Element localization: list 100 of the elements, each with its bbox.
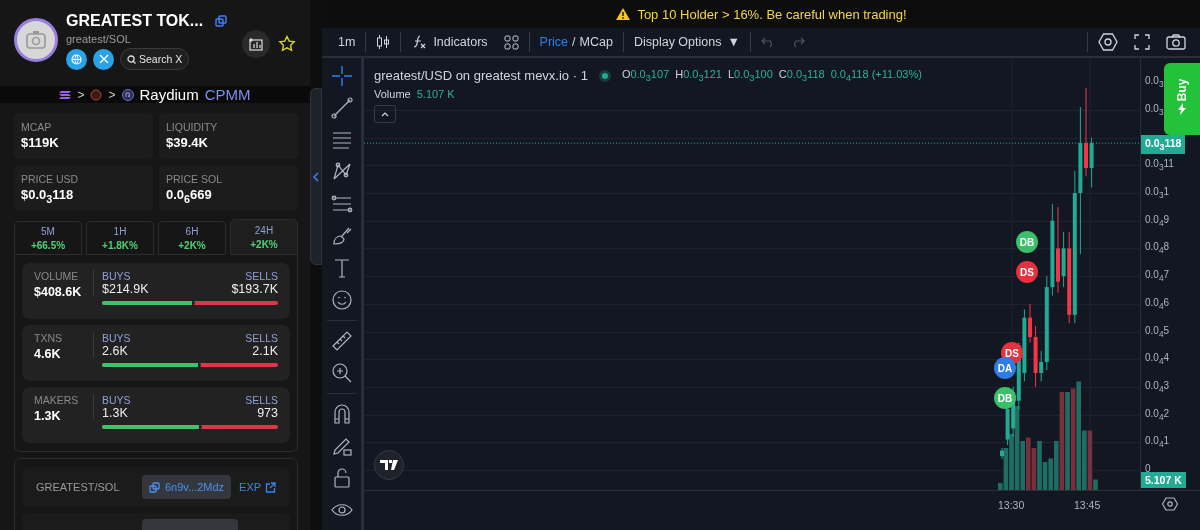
ohlc-value: L0.0$_{3}$100 [727, 68, 773, 84]
ohlc-value: O0.0$_{3}$107 [621, 68, 670, 84]
smiley-icon [330, 289, 353, 311]
trade-marker: DA [994, 357, 1016, 379]
volume-label: Volume [374, 88, 411, 101]
metric-label: VOLUME [34, 270, 80, 282]
fib-levels-icon [330, 193, 353, 215]
x-logo-icon [98, 54, 109, 64]
timeframe-tab[interactable]: 1H +1.8K% [86, 221, 154, 255]
display-options-button[interactable]: Display Options ▼ [625, 29, 748, 55]
ohlc-value: H0.0$_{3}$121 [675, 68, 722, 84]
search-icon [127, 54, 136, 64]
last-price-tag: 0.0$_{3}$118 [1141, 135, 1186, 155]
metric-total: $408.6K [34, 285, 83, 299]
sells-value: 973 [257, 406, 278, 420]
stat-label: PRICE USD [21, 173, 80, 185]
breadcrumb-separator: > [108, 87, 116, 102]
trade-marker: DS [1016, 261, 1038, 283]
timeframe-tab[interactable]: 6H +2K% [158, 221, 226, 255]
sells-value: $193.7K [231, 282, 278, 296]
breadcrumb-separator: > [77, 87, 85, 102]
price-tick: 0 [1145, 463, 1151, 474]
settings-icon [1098, 33, 1118, 51]
settings-icon [1162, 497, 1178, 511]
token-pair: greatest/SOL [66, 33, 132, 45]
trend-line-icon [330, 97, 353, 119]
stat-label: PRICE SOL [166, 173, 224, 185]
camera-icon [1166, 34, 1186, 50]
copy-address-button[interactable]: 6n9v...2Mdz [142, 475, 232, 499]
volume-value: 5.107 K [416, 88, 455, 101]
ruler-icon [330, 330, 353, 352]
timeframe-tab[interactable]: 24H +2K% [230, 219, 298, 255]
trend-line-tool[interactable] [328, 96, 355, 120]
price-tick: 0.0$_{4}$3 [1145, 379, 1170, 394]
sells-value: 2.1K [252, 344, 278, 358]
website-button[interactable] [66, 48, 87, 70]
live-status-icon [597, 68, 612, 83]
chevron-up-icon [381, 111, 389, 117]
explorer-link[interactable]: EXP [239, 481, 277, 493]
metric-total: 1.3K [34, 409, 62, 423]
price-tick: 0.0$_{4}$4 [1145, 352, 1170, 367]
price-tick: 0.0$_{3}$ [1145, 75, 1164, 90]
mcap-toggle[interactable]: MCap [579, 35, 613, 49]
camera-icon [25, 30, 47, 50]
metric-total: 4.6K [34, 347, 62, 361]
price-tick: 0.0$_{3}$ [1145, 102, 1164, 117]
indicators-button[interactable]: Indicators [403, 29, 496, 55]
logo-icon [380, 460, 398, 470]
stat-label: LIQUIDITY [166, 121, 219, 133]
stat-value: $39.4K [166, 135, 209, 150]
crosshair-icon [330, 65, 353, 87]
chevron-left-icon [313, 171, 319, 182]
price-tick: 0.0$_{4}$5 [1145, 324, 1170, 339]
buys-label: BUYS [102, 394, 131, 406]
buys-label: BUYS [102, 332, 131, 344]
collapse-legend-button[interactable] [374, 105, 396, 124]
add-chart-button[interactable] [242, 30, 270, 58]
copy-icon[interactable] [215, 15, 228, 27]
trade-marker: DB [1016, 231, 1038, 253]
price-tick: 0.0$_{3}$1 [1145, 186, 1170, 200]
timeframe-tab[interactable]: 5M +66.5% [14, 221, 82, 255]
dex-name: Raydium [139, 86, 199, 103]
sells-label: SELLS [245, 332, 278, 344]
buys-label: BUYS [102, 270, 131, 282]
time-tick: 13:45 [1074, 499, 1101, 511]
price-tick: 0.0$_{4}$2 [1145, 407, 1170, 422]
warning-icon [615, 7, 632, 21]
grid-icon [503, 34, 519, 50]
lightning-icon [1178, 103, 1186, 115]
toggle-separator: / [572, 35, 576, 49]
horizontal-lines-icon [330, 129, 353, 151]
sells-label: SELLS [245, 394, 278, 406]
price-change: 0.0$_{4}$118 (+11.03%) [830, 68, 922, 84]
token-name: GREATEST TOK... [66, 12, 204, 30]
stat-value: $119K [21, 135, 60, 150]
price-tick: 0.0$_{4}$7 [1145, 269, 1170, 284]
candlestick-icon [376, 34, 391, 50]
price-tick: 0.0$_{4}$8 [1145, 241, 1170, 256]
price-tick: 0.0$_{4}$1 [1145, 435, 1170, 450]
undo-icon [760, 36, 775, 48]
trade-marker: DB [994, 387, 1016, 409]
price-tick: 0.0$_{4}$6 [1145, 296, 1170, 311]
x-social-button[interactable] [93, 48, 114, 70]
function-icon [411, 34, 428, 50]
buys-value: 1.3K [102, 406, 128, 420]
globe-icon [71, 53, 82, 65]
brush-icon [330, 225, 353, 247]
star-icon[interactable] [278, 35, 296, 53]
ohlc-value: C0.0$_{3}$118 [778, 68, 825, 84]
fullscreen-icon [1134, 34, 1150, 50]
bar-chart-plus-icon [249, 37, 263, 51]
external-link-icon [265, 481, 277, 493]
search-x-button[interactable]: Search X [120, 48, 190, 70]
last-volume-tag: 5.107 K [1141, 472, 1186, 488]
chart-title: greatest/USD on greatest mevx.io · 1 [374, 68, 588, 84]
interval-button[interactable]: 1m [330, 29, 364, 55]
warning-message: Top 10 Holder > 16%. Be careful when trading! [637, 6, 907, 22]
sells-label: SELLS [245, 270, 278, 282]
buys-value: 2.6K [102, 344, 128, 358]
price-toggle[interactable]: Price [539, 35, 569, 49]
